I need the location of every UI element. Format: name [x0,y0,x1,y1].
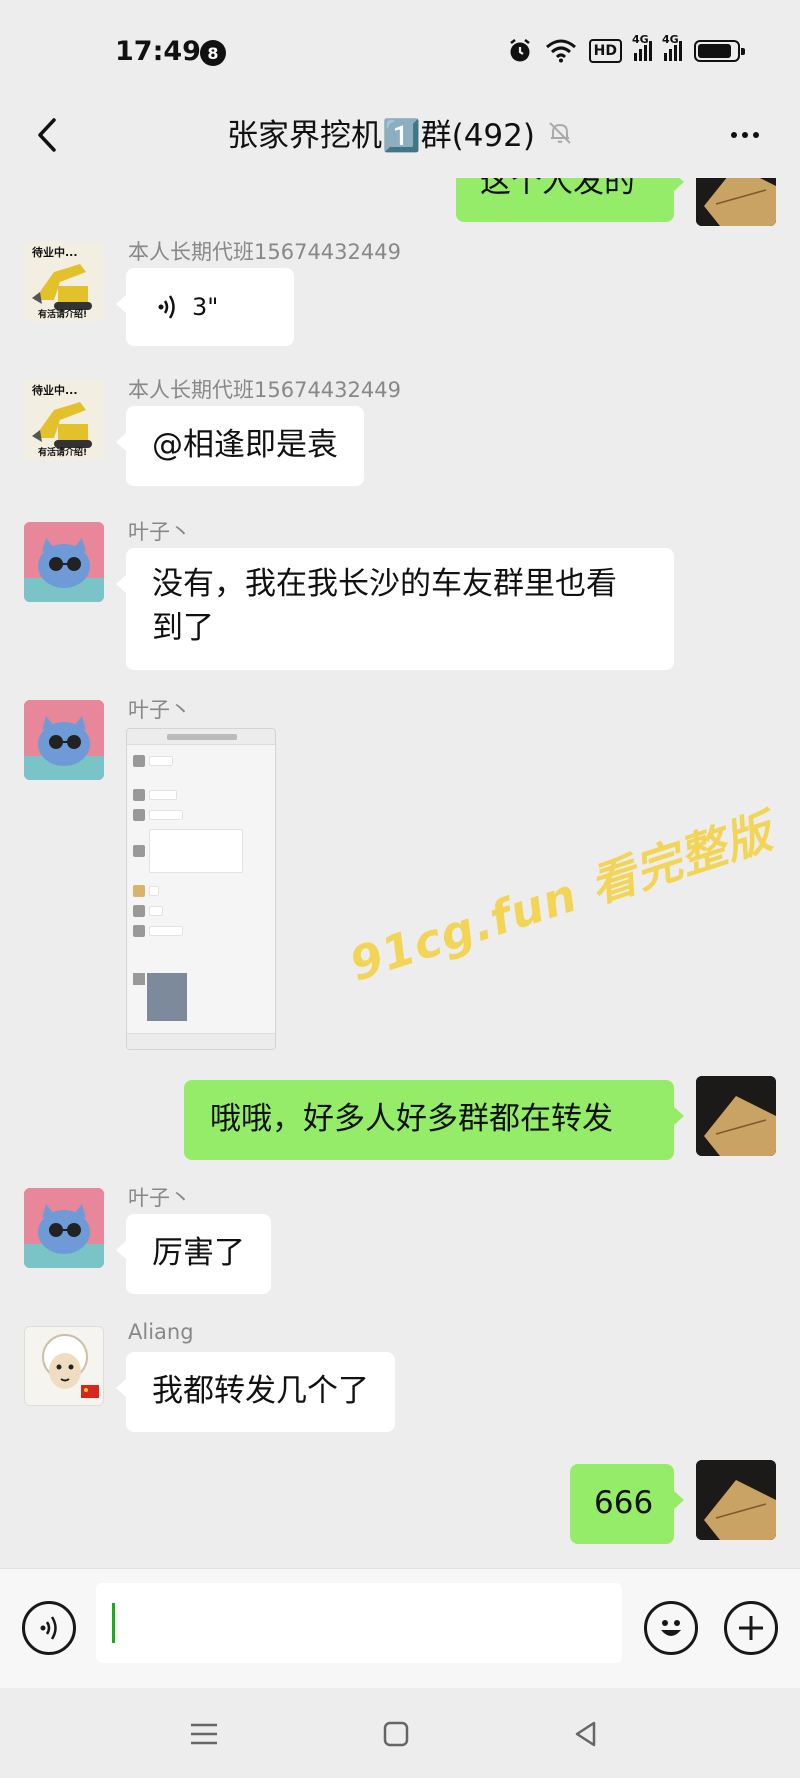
nav-back-button[interactable] [566,1714,606,1754]
message-text: 我都转发几个了 [152,1373,369,1409]
chat-title: 张家界挖机1️⃣群(492) [227,118,535,154]
plus-button[interactable] [724,1601,778,1655]
wifi-icon [545,39,576,63]
message-bubble[interactable]: @相逢即是袁 [116,406,364,486]
network-label: 4G [632,33,649,46]
image-message[interactable] [126,728,276,1050]
voice-mode-button[interactable] [22,1601,76,1655]
message-text-line: 到了 [152,610,214,646]
avatar-caption: 待业中... [32,384,78,397]
avatar[interactable] [24,1188,104,1268]
plus-icon [739,1616,763,1640]
message-text: 哦哦，好多人好多群都在转发 [210,1101,613,1137]
emoji-button[interactable] [644,1601,698,1655]
avatar[interactable]: 待业中... 有活请介绍! [24,242,104,322]
chat-header: 张家界挖机1️⃣群(492) [0,96,800,178]
nav-home-button[interactable] [376,1714,416,1754]
message-item: 待业中... 有活请介绍! 本人长期代班15674432449 @相逢即是袁 [0,378,800,490]
hd-icon: HD [588,39,622,63]
signal-icon: 4G [662,33,682,61]
status-icons: HD 4G 4G [507,33,745,64]
message-list[interactable]: 这个人发的 待业中... 有活请介绍! 本人长期代班15674432449 3"… [0,178,800,1568]
message-text-line: 没有，我在我长沙的车友群里也看 [152,566,617,602]
back-triangle-icon [575,1721,596,1747]
avatar-caption: 有活请介绍! [38,448,88,458]
message-text: 666 [594,1485,654,1521]
avatar[interactable] [24,522,104,602]
input-bar [0,1568,800,1688]
network-label: 4G [662,33,679,46]
nav-menu-button[interactable] [184,1714,224,1754]
avatar[interactable] [24,700,104,780]
sender-name: 叶子丶 [128,1186,191,1210]
message-bubble[interactable]: 我都转发几个了 [116,1352,395,1432]
message-bubble[interactable]: 这个人发的 [456,178,684,222]
avatar[interactable] [696,1460,776,1540]
sender-name: Aliang [128,1320,194,1344]
sender-name: 叶子丶 [128,698,191,722]
avatar[interactable]: 待业中... 有活请介绍! [24,380,104,460]
message-item: 叶子丶 没有，我在我长沙的车友群里也看 到了 [0,520,800,682]
voice-duration: 3" [192,293,219,321]
message-item: 叶子丶 厉害了 [0,1186,800,1298]
message-item: 666 [0,1460,800,1560]
text-caret [112,1603,115,1643]
alarm-icon [509,39,530,62]
avatar-caption: 有活请介绍! [38,310,88,320]
message-text: @相逢即是袁 [152,427,338,463]
voice-wave-icon [158,295,175,319]
message-input[interactable] [96,1583,622,1663]
bell-off-icon [549,121,571,144]
signal-icon: 4G [632,33,652,61]
message-bubble[interactable]: 哦哦，好多人好多群都在转发 [184,1080,684,1160]
status-bar: 17:49 8 HD 4G 4G [0,0,800,96]
message-bubble[interactable]: 666 [570,1464,684,1544]
home-square-icon [383,1721,409,1747]
message-item: 这个人发的 [0,178,800,226]
message-item: Aliang 我都转发几个了 [0,1320,800,1436]
notification-badge: 8 [200,40,226,66]
status-time: 17:49 [115,36,201,67]
message-bubble[interactable]: 没有，我在我长沙的车友群里也看 到了 [116,548,674,670]
message-item: 哦哦，好多人好多群都在转发 [0,1076,800,1176]
avatar[interactable] [696,178,776,226]
menu-icon [191,1723,217,1745]
avatar-caption: 待业中... [32,246,78,259]
sender-name: 本人长期代班15674432449 [128,240,401,264]
system-nav-bar [0,1688,800,1778]
voice-bubble[interactable]: 3" [116,268,294,346]
avatar[interactable] [696,1076,776,1156]
emoji-icon [661,1620,681,1636]
sender-name: 本人长期代班15674432449 [128,378,401,402]
voice-mode-icon [40,1616,57,1640]
message-text: 厉害了 [152,1235,245,1271]
sender-name: 叶子丶 [128,520,191,544]
title-wrap: 张家界挖机1️⃣群(492) [0,110,800,155]
battery-icon [694,40,745,62]
message-text: 这个人发的 [480,178,635,200]
avatar[interactable] [24,1326,104,1406]
message-bubble[interactable]: 厉害了 [116,1214,271,1294]
more-dots-icon [731,132,737,138]
message-item: 待业中... 有活请介绍! 本人长期代班15674432449 3" [0,240,800,352]
more-button[interactable] [720,110,770,160]
